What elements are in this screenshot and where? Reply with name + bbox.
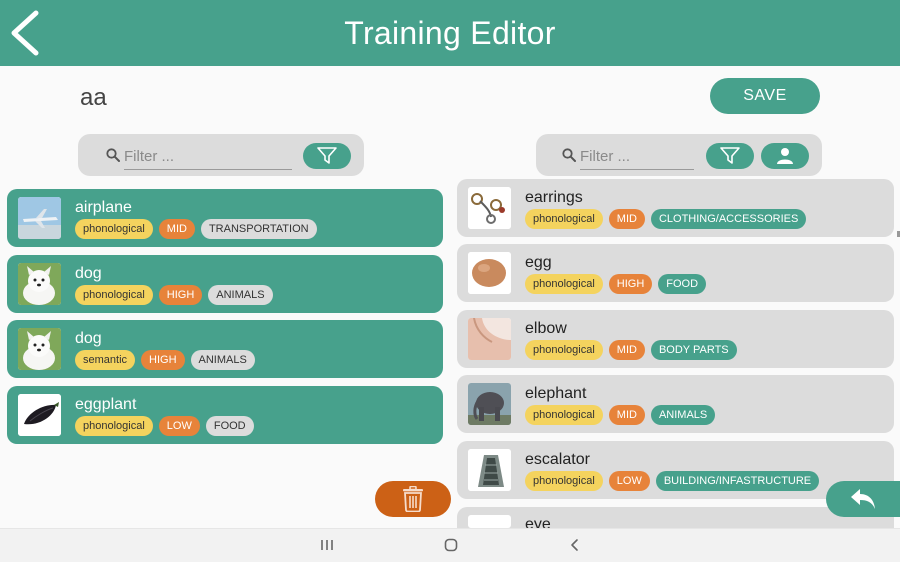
type-badge: phonological <box>75 219 153 239</box>
item-thumbnail <box>468 515 511 528</box>
delete-button[interactable] <box>375 481 451 517</box>
left-filter-button[interactable] <box>303 143 351 169</box>
level-badge: LOW <box>608 471 650 491</box>
left-filter-bar <box>78 134 364 176</box>
trash-icon <box>403 486 423 512</box>
list-item[interactable]: elbow phonological MID BODY PARTS <box>457 310 894 368</box>
level-badge: MID <box>608 405 645 425</box>
item-tags: phonological LOW FOOD <box>75 416 254 436</box>
funnel-icon <box>317 147 337 164</box>
item-thumbnail <box>468 318 511 360</box>
item-tags: phonological HIGH ANIMALS <box>75 285 273 305</box>
item-tags: semantic HIGH ANIMALS <box>75 350 255 370</box>
list-item[interactable]: earrings phonological MID CLOTHING/ACCES… <box>457 179 894 237</box>
undo-button[interactable] <box>826 481 900 517</box>
page-title: Training Editor <box>344 14 556 51</box>
right-filter-button[interactable] <box>706 143 754 169</box>
save-button[interactable]: SAVE <box>710 78 820 114</box>
item-thumbnail <box>18 197 61 239</box>
category-badge: ANIMALS <box>190 350 255 370</box>
item-tags: phonological LOW BUILDING/INFASTRUCTURE <box>525 471 820 491</box>
chevron-left-icon[interactable] <box>8 10 44 56</box>
category-badge: BUILDING/INFASTRUCTURE <box>655 471 820 491</box>
item-word: eggplant <box>75 396 137 413</box>
item-thumbnail <box>468 449 511 491</box>
list-item[interactable]: dog semantic HIGH ANIMALS <box>7 320 443 378</box>
item-tags: phonological MID CLOTHING/ACCESSORIES <box>525 209 807 229</box>
item-tags: phonological MID TRANSPORTATION <box>75 219 317 239</box>
item-thumbnail <box>18 263 61 305</box>
right-filter-bar <box>536 134 822 176</box>
item-thumbnail <box>18 394 61 436</box>
app-bar: Training Editor <box>0 0 900 66</box>
item-word: dog <box>75 265 102 282</box>
system-nav-bar <box>0 528 900 562</box>
type-badge: semantic <box>75 350 136 370</box>
item-tags: phonological MID BODY PARTS <box>525 340 737 360</box>
item-word: escalator <box>525 451 590 468</box>
item-word: eye <box>525 516 551 528</box>
item-thumbnail <box>468 187 511 229</box>
category-badge: TRANSPORTATION <box>200 219 317 239</box>
level-badge: HIGH <box>141 350 185 370</box>
level-badge: HIGH <box>608 274 653 294</box>
category-badge: BODY PARTS <box>650 340 737 360</box>
level-badge: LOW <box>158 416 200 436</box>
item-word: egg <box>525 254 552 271</box>
category-badge: FOOD <box>658 274 707 294</box>
list-item[interactable]: elephant phonological MID ANIMALS <box>457 375 894 433</box>
list-item[interactable]: eye <box>457 507 894 528</box>
category-badge: CLOTHING/ACCESSORIES <box>650 209 807 229</box>
item-thumbnail <box>18 328 61 370</box>
list-item[interactable]: dog phonological HIGH ANIMALS <box>7 255 443 313</box>
type-badge: phonological <box>75 416 153 436</box>
level-badge: HIGH <box>158 285 203 305</box>
level-badge: MID <box>158 219 195 239</box>
training-name[interactable]: aa <box>80 84 107 112</box>
search-icon <box>562 148 576 162</box>
type-badge: phonological <box>525 209 603 229</box>
item-word: elbow <box>525 320 567 337</box>
reply-arrow-icon <box>851 489 875 509</box>
item-thumbnail <box>468 252 511 294</box>
nav-back-icon[interactable] <box>568 538 582 552</box>
item-word: earrings <box>525 189 583 206</box>
item-word: airplane <box>75 199 132 216</box>
type-badge: phonological <box>525 274 603 294</box>
left-filter-input[interactable] <box>124 144 292 170</box>
person-icon <box>777 148 793 164</box>
category-badge: ANIMALS <box>650 405 716 425</box>
item-tags: phonological HIGH FOOD <box>525 274 707 294</box>
level-badge: MID <box>608 209 645 229</box>
list-item[interactable]: airplane phonological MID TRANSPORTATION <box>7 189 443 247</box>
recent-apps-icon[interactable] <box>320 538 334 552</box>
search-icon <box>106 148 120 162</box>
item-thumbnail <box>468 383 511 425</box>
type-badge: phonological <box>525 340 603 360</box>
type-badge: phonological <box>75 285 153 305</box>
right-filter-input[interactable] <box>580 144 694 170</box>
list-item[interactable]: egg phonological HIGH FOOD <box>457 244 894 302</box>
type-badge: phonological <box>525 471 603 491</box>
funnel-icon <box>720 147 740 164</box>
user-filter-button[interactable] <box>761 143 809 169</box>
list-item[interactable]: eggplant phonological LOW FOOD <box>7 386 443 444</box>
category-badge: ANIMALS <box>208 285 273 305</box>
category-badge: FOOD <box>205 416 254 436</box>
item-word: elephant <box>525 385 587 402</box>
item-tags: phonological MID ANIMALS <box>525 405 716 425</box>
item-word: dog <box>75 330 102 347</box>
type-badge: phonological <box>525 405 603 425</box>
level-badge: MID <box>608 340 645 360</box>
home-icon[interactable] <box>444 538 458 552</box>
